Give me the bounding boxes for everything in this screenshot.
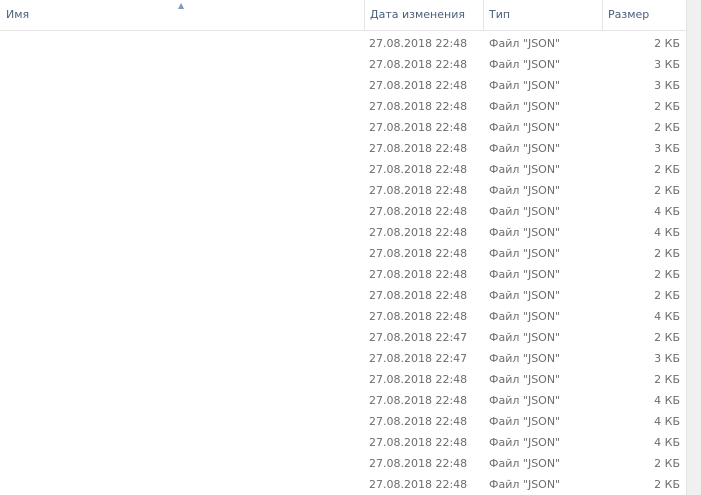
file-date: 27.08.2018 22:48 [369, 184, 468, 197]
file-type: Файл "JSON" [489, 373, 561, 386]
file-date: 27.08.2018 22:48 [369, 415, 468, 428]
file-size: 2 КБ [654, 184, 680, 197]
file-size: 4 КБ [654, 205, 680, 218]
file-date: 27.08.2018 22:48 [369, 478, 468, 491]
file-type: Файл "JSON" [489, 352, 561, 365]
file-type: Файл "JSON" [489, 184, 561, 197]
file-row[interactable]: !ShAdow!__╨Ш╨▒╨╛╨╗╤М╤И╨╡╨▓╨╕╨║_╨░╨╜╨│╨╡╨… [0, 180, 686, 201]
file-type: Файл "JSON" [489, 415, 561, 428]
file-type: Файл "JSON" [489, 247, 561, 260]
file-size: 3 КБ [654, 142, 680, 155]
file-row[interactable]: !ShAdow!__╨С╤Г╤Б╤В_╨╛╤А╨░╤Й╨░╨╡╤В╤Б╤П.js… [0, 33, 686, 54]
file-date: 27.08.2018 22:48 [369, 373, 468, 386]
file-type: Файл "JSON" [489, 121, 561, 134]
file-row[interactable]: $APER__╨Т╤Б╤В╨░╨╜╨╡╨╝_╨╜╨░_╨╜╨╛╨│╨╕.json… [0, 411, 686, 432]
file-type: Файл "JSON" [489, 163, 561, 176]
file-date: 27.08.2018 22:48 [369, 289, 468, 302]
file-date: 27.08.2018 22:48 [369, 100, 468, 113]
file-size: 2 КБ [654, 457, 680, 470]
file-size: 3 КБ [654, 79, 680, 92]
file-row[interactable]: !ShAdow!__╨Т╨╡_╨▓╨╛╨╗╨╜╨░_╨╛╨╢╨╕╨┤╨░╨╜╨╕… [0, 96, 686, 117]
file-size: 2 КБ [654, 268, 680, 281]
file-type: Файл "JSON" [489, 310, 561, 323]
file-row[interactable]: $APER__╨Р╤Г╤В╨╛╤В╤А╨╡╨╜╨░.json27.08.2018… [0, 369, 686, 390]
file-list: !ShAdow!__╨С╤Г╤Б╤В_╨╛╤А╨░╤Й╨░╨╡╤В╤Б╤П.js… [0, 33, 686, 495]
column-header-bar: ▲ Имя Дата изменения Тип Размер [0, 0, 701, 31]
file-type: Файл "JSON" [489, 37, 561, 50]
file-date: 27.08.2018 22:48 [369, 310, 468, 323]
file-row[interactable]: $APER__╨Ф╨╡╨╜╤М_╨╕_╨╜╨╛╤З╤М_╨╛╨┤╨╜╨╛.jso… [0, 432, 686, 453]
column-header-date[interactable]: Дата изменения [364, 0, 483, 30]
file-size: 3 КБ [654, 352, 680, 365]
file-row[interactable]: !ShAdow!__╨Ь╨╜╨╛╨│╨╛_╨╗╨╕╤Ж_╨▓_╨╛╨┤╨╜╨╛╨… [0, 222, 686, 243]
file-type: Файл "JSON" [489, 142, 561, 155]
file-row[interactable]: !ShAdow!__╨Ф╨╛╨╗╨│╨╛╨╣_╨┐╤Г╤В╤М_╨▓_╨╜╨╕╨… [0, 138, 686, 159]
file-row[interactable]: !ShAdow!__╨Т╨╡╨╗╨╕╨║╨░╤П_╨╝╨░╤Б╤В╨╡╤А╨░_… [0, 117, 686, 138]
file-date: 27.08.2018 22:48 [369, 268, 468, 281]
file-size: 4 КБ [654, 310, 680, 323]
file-date: 27.08.2018 22:48 [369, 226, 468, 239]
file-date: 27.08.2018 22:48 [369, 394, 468, 407]
column-header-size[interactable]: Размер [602, 0, 686, 30]
file-size: 2 КБ [654, 331, 680, 344]
file-date: 27.08.2018 22:48 [369, 79, 468, 92]
file-size: 2 КБ [654, 289, 680, 302]
file-date: 27.08.2018 22:47 [369, 352, 468, 365]
file-size: 3 КБ [654, 58, 680, 71]
file-row[interactable]: $APER__╨Ц╨╕╨▓╨╛╨╣.json27.08.2018 22:48Фа… [0, 474, 686, 495]
file-size: 2 КБ [654, 121, 680, 134]
file-type: Файл "JSON" [489, 331, 561, 344]
file-row[interactable]: !ShAdow!__╨п╤А╨╛╤Б╤В╤М_╨┐╨╛╤В╨╡╤А╤П╨╜╨╜╨… [0, 285, 686, 306]
file-type: Файл "JSON" [489, 100, 561, 113]
file-date: 27.08.2018 22:48 [369, 457, 468, 470]
file-row[interactable]: $APER__╨в╨╡╨╜╨╕_╤Б╤Г╨╝╤А╨░╨║╨░_╨╜╨╛╤З╨╕_… [0, 348, 686, 369]
file-type: Файл "JSON" [489, 394, 561, 407]
column-header-name[interactable]: Имя [0, 0, 364, 30]
file-date: 27.08.2018 22:48 [369, 436, 468, 449]
file-date: 27.08.2018 22:47 [369, 331, 468, 344]
file-row[interactable]: $APER__╨С╨╡╨╗╤Л╨╣_╤Б╨╜╨╡╨│_╨┐╨╛╨║╤А╤Л╨▓╨… [0, 390, 686, 411]
file-type: Файл "JSON" [489, 58, 561, 71]
file-row[interactable]: $APER__╨Ц╨░╨╗╨║╨╛_╨╝╨╡╨╜╤П_╨╕╨╗╨╕.json27… [0, 453, 686, 474]
file-type: Файл "JSON" [489, 289, 561, 302]
file-row[interactable]: $APER__╨б╨╛╨╗╨╜╤Ж╨╡_╨╕_╨╗╤Г╨╜╨░.json27.0… [0, 327, 686, 348]
file-type: Файл "JSON" [489, 205, 561, 218]
file-date: 27.08.2018 22:48 [369, 58, 468, 71]
file-row[interactable]: !ShAdow!__╨Т_╨░╤З╨║╨╡_╨▓╤Б╨╡_╤Б╨╖╤В╨╛╤А╨… [0, 54, 686, 75]
file-date: 27.08.2018 22:48 [369, 205, 468, 218]
file-date: 27.08.2018 22:48 [369, 121, 468, 134]
file-size: 4 КБ [654, 415, 680, 428]
file-type: Файл "JSON" [489, 478, 561, 491]
file-size: 4 КБ [654, 226, 680, 239]
file-row[interactable]: !ShAdow!_feat._LinkiS__╨╗╤О╨▒╨╛╨▓╤М_╨╡╤Б… [0, 306, 686, 327]
file-size: 4 КБ [654, 394, 680, 407]
file-row[interactable]: !ShAdow!__╨Т_╨▒╨╛╨╗╤М╤И╨╛╨╝_╨│╨╛╤А╨╛╨┤╨╡… [0, 75, 686, 96]
file-row[interactable]: !ShAdow!__╨Ц╨░╨╗╨║╨╛_╨╝╨╡╨╜╤П_╨╕╨╗╨╕.jso… [0, 159, 686, 180]
file-date: 27.08.2018 22:48 [369, 247, 468, 260]
file-row[interactable]: !ShAdow!__╨Ю╤В╨▓╨╡╤В_╨╛╤В_╤Б╨╡╤А╨┤╤Ж╨░_╨… [0, 264, 686, 285]
file-date: 27.08.2018 22:48 [369, 142, 468, 155]
file-row[interactable]: !ShAdow!__╨Ъ_╤Н╤В╨╛╨╣_╨┐╨╛╨╗╨╕╨╜╨╡_╨╝╨╛╨… [0, 201, 686, 222]
vertical-scrollbar[interactable] [686, 0, 701, 495]
column-header-type[interactable]: Тип [483, 0, 602, 30]
file-size: 4 КБ [654, 436, 680, 449]
file-size: 2 КБ [654, 100, 680, 113]
file-row[interactable]: !ShAdow!__╨Э╨╡_╨╛╨▒╨╡╤Й╨░╨╣_╨▒╤Л╤В╤М_╨╗╨… [0, 243, 686, 264]
file-size: 2 КБ [654, 478, 680, 491]
file-size: 2 КБ [654, 37, 680, 50]
file-type: Файл "JSON" [489, 268, 561, 281]
file-date: 27.08.2018 22:48 [369, 163, 468, 176]
file-size: 2 КБ [654, 247, 680, 260]
file-type: Файл "JSON" [489, 226, 561, 239]
file-type: Файл "JSON" [489, 79, 561, 92]
file-type: Файл "JSON" [489, 457, 561, 470]
file-date: 27.08.2018 22:48 [369, 37, 468, 50]
file-size: 2 КБ [654, 163, 680, 176]
file-size: 2 КБ [654, 373, 680, 386]
file-type: Файл "JSON" [489, 436, 561, 449]
